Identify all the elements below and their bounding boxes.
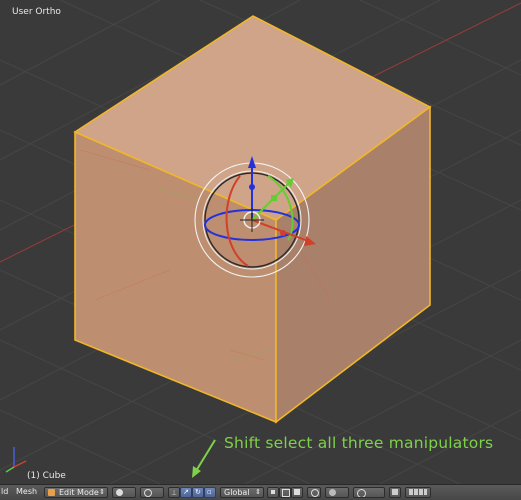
render-button[interactable] <box>389 487 401 498</box>
annotation-text: Shift select all three manipulators <box>224 434 494 452</box>
layers-icon <box>409 489 427 495</box>
shading-solid-icon <box>116 489 123 496</box>
pivot-icon <box>144 489 152 497</box>
view-name-label: User Ortho <box>12 7 61 17</box>
snap-select[interactable] <box>353 487 385 498</box>
translate-manipulator-icon: ↗ <box>183 488 189 496</box>
scale-manipulator-icon: ▫ <box>207 488 212 496</box>
active-object-label: (1) Cube <box>27 471 66 481</box>
layers-widget[interactable] <box>405 487 431 498</box>
occlude-toggle[interactable] <box>307 487 321 498</box>
face-select-button[interactable] <box>291 487 303 498</box>
scale-manipulator-button[interactable]: ▫ <box>204 487 216 498</box>
viewport-scene <box>0 0 521 484</box>
orientation-select[interactable]: Global ⇕ <box>220 487 264 498</box>
snap-icon <box>357 489 366 497</box>
proportional-edit-select[interactable] <box>325 487 349 498</box>
manipulator-toggle-icon: ⊥ <box>171 489 178 497</box>
chevron-updown-icon: ⇕ <box>99 488 105 496</box>
mode-select[interactable]: Edit Mode ⇕ <box>44 487 108 498</box>
menu-item-cut[interactable]: ld <box>1 487 11 498</box>
vertex-select-icon <box>271 490 275 494</box>
3d-viewport[interactable]: User Ortho (1) Cube Shift select all thr… <box>0 0 521 484</box>
y-scale-handle <box>271 195 277 201</box>
annotation-arrow <box>192 439 216 478</box>
mode-select-label: Edit Mode <box>59 488 99 497</box>
manipulator-toggle[interactable]: ⊥ <box>168 487 180 498</box>
viewport-header: ld Mesh Edit Mode ⇕ ⊥ ↗ ↻ ▫ Global ⇕ <box>0 484 521 500</box>
face-select-icon <box>294 489 300 495</box>
orientation-select-label: Global <box>224 488 250 497</box>
mesh-menu[interactable]: Mesh <box>16 487 40 498</box>
occlude-icon <box>311 489 319 497</box>
mode-select-icon <box>48 489 55 496</box>
orientation-axes <box>5 447 27 473</box>
edge-select-button[interactable] <box>279 487 291 498</box>
chevron-updown-icon: ⇕ <box>255 488 261 496</box>
vertex-select-button[interactable] <box>267 487 279 498</box>
translate-manipulator-button[interactable]: ↗ <box>180 487 192 498</box>
rotate-manipulator-icon: ↻ <box>195 488 201 496</box>
render-icon <box>392 489 398 495</box>
pivot-select[interactable] <box>140 487 164 498</box>
rotate-manipulator-button[interactable]: ↻ <box>192 487 204 498</box>
proportional-icon <box>329 489 336 496</box>
shading-select[interactable] <box>112 487 136 498</box>
edge-select-icon <box>282 489 290 497</box>
